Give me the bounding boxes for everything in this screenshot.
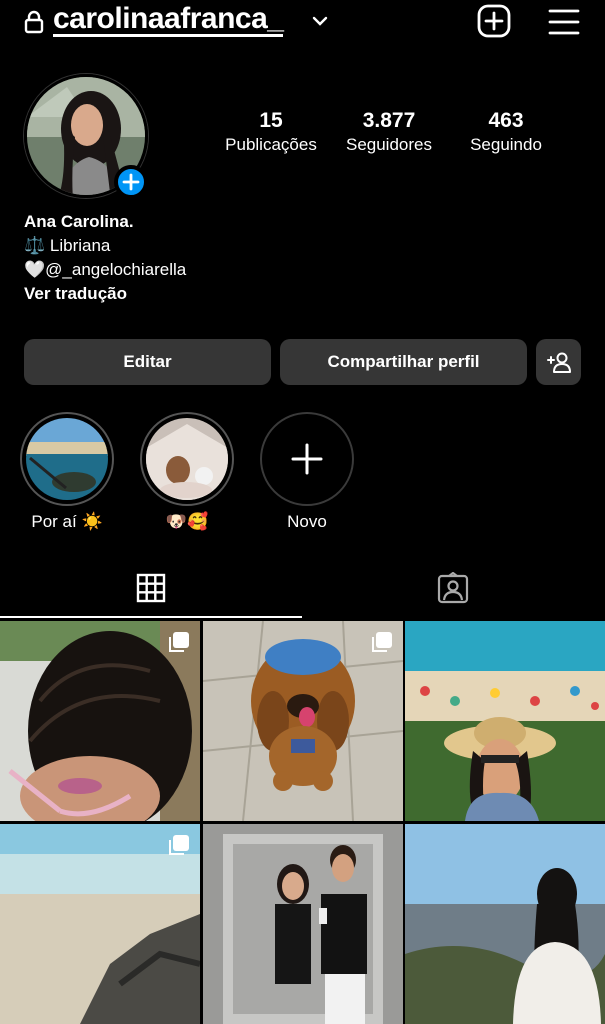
post-thumbnail[interactable]: [203, 824, 403, 1024]
highlight-dog[interactable]: 🐶🥰: [140, 412, 234, 532]
add-story-button[interactable]: [114, 165, 148, 199]
edit-profile-button[interactable]: Editar: [24, 339, 271, 385]
highlight-cover: [146, 418, 228, 500]
bio-line-mention[interactable]: 🤍@_angelochiarella: [24, 258, 186, 282]
post-thumbnail[interactable]: [405, 824, 605, 1024]
stat-followers-value: 3.877: [362, 109, 416, 132]
translate-link[interactable]: Ver tradução: [24, 282, 186, 306]
plus-icon: [291, 443, 323, 475]
tab-tagged[interactable]: [302, 560, 605, 618]
stat-posts-value: 15: [259, 109, 283, 132]
post-thumbnail[interactable]: [405, 621, 605, 821]
plus-icon: [122, 173, 140, 191]
lock-icon: [24, 10, 44, 34]
highlight-new[interactable]: Novo: [260, 412, 354, 532]
tagged-person-icon: [437, 572, 469, 604]
stat-following-value: 463: [488, 109, 524, 132]
chevron-down-icon[interactable]: [311, 12, 329, 30]
bio-line-zodiac: ⚖️ Libriana: [24, 236, 111, 255]
highlight-label: 🐶🥰: [165, 512, 209, 531]
stat-posts-label: Publicações: [225, 135, 317, 154]
post-thumbnail[interactable]: [0, 621, 200, 821]
grid-icon: [136, 573, 166, 603]
stat-posts[interactable]: 15 Publicações: [218, 108, 324, 156]
hamburger-menu-icon[interactable]: [548, 8, 580, 36]
stat-following-label: Seguindo: [470, 135, 542, 154]
highlight-cover: [26, 418, 108, 500]
post-thumbnail[interactable]: [203, 621, 403, 821]
tab-posts-grid[interactable]: [0, 560, 302, 618]
profile-username[interactable]: carolinaafranca_: [53, 4, 284, 37]
top-bar: carolinaafranca_: [0, 0, 605, 46]
highlight-por-ai[interactable]: Por aí ☀️: [20, 412, 114, 532]
profile-name: Ana Carolina.: [24, 212, 134, 231]
plus-square-icon[interactable]: [477, 4, 511, 38]
add-person-icon: [546, 352, 571, 373]
highlight-label: Novo: [287, 512, 327, 531]
stat-followers[interactable]: 3.877 Seguidores: [338, 108, 440, 156]
stat-followers-label: Seguidores: [345, 135, 432, 154]
carousel-icon: [169, 632, 189, 652]
post-thumbnail[interactable]: [0, 824, 200, 1024]
carousel-icon: [169, 835, 189, 855]
carousel-icon: [372, 632, 392, 652]
profile-bio: Ana Carolina. ⚖️ Libriana 🤍@_angelochiar…: [24, 210, 186, 306]
stat-following[interactable]: 463 Seguindo: [460, 108, 552, 156]
share-profile-button[interactable]: Compartilhar perfil: [280, 339, 527, 385]
highlight-label: Por aí ☀️: [31, 512, 103, 531]
discover-people-button[interactable]: [536, 339, 581, 385]
